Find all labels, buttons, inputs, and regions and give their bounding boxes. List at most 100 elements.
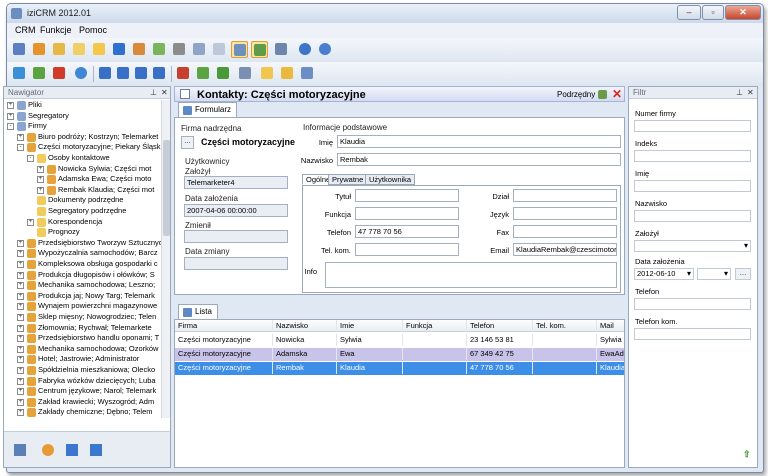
apply-filter-button[interactable]: [195, 65, 212, 82]
first-record-button[interactable]: [97, 65, 114, 82]
grid-column-header[interactable]: Firma: [175, 320, 273, 332]
tab-uzytkownika[interactable]: Użytkownika: [365, 174, 416, 185]
pin-icon[interactable]: ⊥: [150, 87, 157, 98]
tree-expander-icon[interactable]: +: [37, 176, 44, 184]
tree-item[interactable]: + Korespondencja: [4, 217, 162, 228]
tree-expander-icon[interactable]: +: [37, 165, 44, 173]
tree-item[interactable]: + Nowicka Sylwia; Części mot: [4, 164, 162, 175]
last-name-field[interactable]: Rembak: [337, 153, 621, 166]
tree-item[interactable]: + Zakład krawiecki; Wyszogród; Adm: [4, 397, 162, 408]
pin-tree-icon[interactable]: [14, 444, 26, 456]
tree-item[interactable]: + Złomownia; Rychwał; Telemarkete: [4, 323, 162, 334]
tree-item[interactable]: + Mechanika samochodowa; Ozorków: [4, 344, 162, 355]
tree-expander-icon[interactable]: +: [7, 102, 14, 109]
scrollbar-thumb[interactable]: [163, 140, 170, 236]
sort-asc-icon[interactable]: [66, 444, 78, 456]
help-button[interactable]: [317, 41, 334, 58]
tree-item[interactable]: + Przedsiębiorstwo Tworzyw Sztucznych: [4, 238, 162, 249]
close-icon[interactable]: ✕: [747, 87, 754, 98]
edit-record-button[interactable]: [31, 65, 48, 82]
created-date-input[interactable]: 2012-06-10 ▾: [634, 268, 694, 280]
previous-record-button[interactable]: [115, 65, 132, 82]
tree-expander-icon[interactable]: +: [17, 133, 24, 141]
tree-expander-icon[interactable]: -: [17, 144, 24, 152]
info-field[interactable]: [325, 262, 617, 288]
link-button[interactable]: [237, 65, 254, 82]
date-browse-button[interactable]: …: [735, 268, 751, 280]
tree-item[interactable]: + Adamska Ewa; Części moto: [4, 174, 162, 185]
tree-expander-icon[interactable]: +: [17, 324, 24, 332]
navigator-scrollbar[interactable]: [161, 100, 170, 418]
tree-expander-icon[interactable]: +: [27, 218, 34, 226]
tree-expander-icon[interactable]: +: [7, 112, 14, 120]
tree-item[interactable]: Segregatory podrzędne: [4, 206, 162, 217]
department-field[interactable]: [513, 189, 617, 202]
pin-icon[interactable]: ⊥: [736, 87, 743, 98]
grid-column-header[interactable]: Mail: [597, 320, 624, 332]
tree-item[interactable]: + Wypożyczalnia samochodów; Barcz: [4, 248, 162, 259]
grid-column-header[interactable]: Nazwisko: [273, 320, 337, 332]
collapse-icon[interactable]: [180, 89, 190, 99]
menu-funkcje[interactable]: Funkcje: [40, 25, 72, 35]
phone-field[interactable]: 47 778 70 56: [355, 225, 459, 238]
tree-item[interactable]: + Produkcja długopisów i ołówków; S: [4, 270, 162, 281]
tree-expander-icon[interactable]: +: [17, 398, 24, 406]
title-field[interactable]: [355, 189, 459, 202]
document-button[interactable]: [211, 41, 228, 58]
tree-expander-icon[interactable]: +: [17, 409, 24, 417]
filter-input[interactable]: [634, 210, 751, 222]
houses-button[interactable]: [51, 41, 68, 58]
tree-item[interactable]: Dokumenty podrzędne: [4, 195, 162, 206]
tree-item[interactable]: - Części motoryzacyjne; Piekary Śląsk: [4, 142, 162, 153]
tree-item[interactable]: + Segregatory: [4, 111, 162, 122]
browse-button[interactable]: …: [181, 136, 194, 149]
mobile-field[interactable]: [355, 243, 459, 256]
tree-expander-icon[interactable]: +: [17, 239, 24, 247]
tree-expander-icon[interactable]: +: [17, 282, 24, 290]
tree-item[interactable]: + Kompleksowa obsługa gospodarki c: [4, 259, 162, 270]
tools-button[interactable]: [273, 41, 290, 58]
tree-item[interactable]: + Biuro podróży; Kostrzyn; Telemarket: [4, 132, 162, 143]
grid-column-header[interactable]: Funkcja: [403, 320, 467, 332]
parent-company-value[interactable]: Części motoryzacyjne: [197, 134, 296, 151]
print-button[interactable]: [191, 41, 208, 58]
tree-item[interactable]: + Rembak Klaudia; Części mot: [4, 185, 162, 196]
apply-arrow-icon[interactable]: ⇧: [743, 449, 751, 460]
tree-expander-icon[interactable]: +: [37, 186, 44, 194]
tree-item[interactable]: + Sklep mięsny; Nowogrodziec; Telen: [4, 312, 162, 323]
tree-item[interactable]: + Wynajem powierzchni magazynowe: [4, 301, 162, 312]
sort-desc-icon[interactable]: [90, 444, 102, 456]
filter-input[interactable]: [634, 298, 751, 310]
table-row[interactable]: Części motoryzacyjne Nowicka Sylwia 23 146 …: [175, 334, 624, 347]
language-field[interactable]: [513, 207, 617, 220]
next-record-button[interactable]: [133, 65, 150, 82]
tab-formularz[interactable]: Formularz: [178, 102, 238, 117]
import-button[interactable]: [279, 65, 296, 82]
tab-lista[interactable]: Lista: [178, 304, 218, 319]
tree-item[interactable]: + Fabryka wózków dziecięcych; Luba: [4, 376, 162, 387]
table-row[interactable]: Części motoryzacyjne Rembak Klaudia 47 778 …: [175, 362, 624, 375]
tree-expander-icon[interactable]: +: [17, 388, 24, 396]
tree-expander-icon[interactable]: +: [17, 377, 24, 385]
chart-button[interactable]: [299, 65, 316, 82]
grid-column-header[interactable]: Imie: [337, 320, 403, 332]
add-record-button[interactable]: [11, 65, 28, 82]
tree-expander-icon[interactable]: +: [17, 335, 24, 343]
grid-column-header[interactable]: Tel. kom.: [533, 320, 597, 332]
close-icon[interactable]: ✕: [161, 87, 168, 98]
tree-item[interactable]: Prognozy: [4, 227, 162, 238]
close-button[interactable]: ✕: [725, 5, 761, 20]
tree-expander-icon[interactable]: -: [27, 155, 34, 162]
tab-prywatne[interactable]: Prywatne: [328, 174, 368, 185]
function-field[interactable]: [355, 207, 459, 220]
filter-input[interactable]: [634, 150, 751, 162]
tree-expander-icon[interactable]: +: [17, 356, 24, 364]
menu-crm[interactable]: CRM: [15, 25, 36, 35]
tree-expander-icon[interactable]: +: [17, 250, 24, 258]
notes-button[interactable]: [71, 41, 88, 58]
filter-input[interactable]: [634, 328, 751, 340]
home-button[interactable]: [91, 41, 108, 58]
tree-expander-icon[interactable]: +: [17, 367, 24, 374]
menu-pomoc[interactable]: Pomoc: [79, 25, 107, 35]
delete-record-button[interactable]: [51, 65, 68, 82]
